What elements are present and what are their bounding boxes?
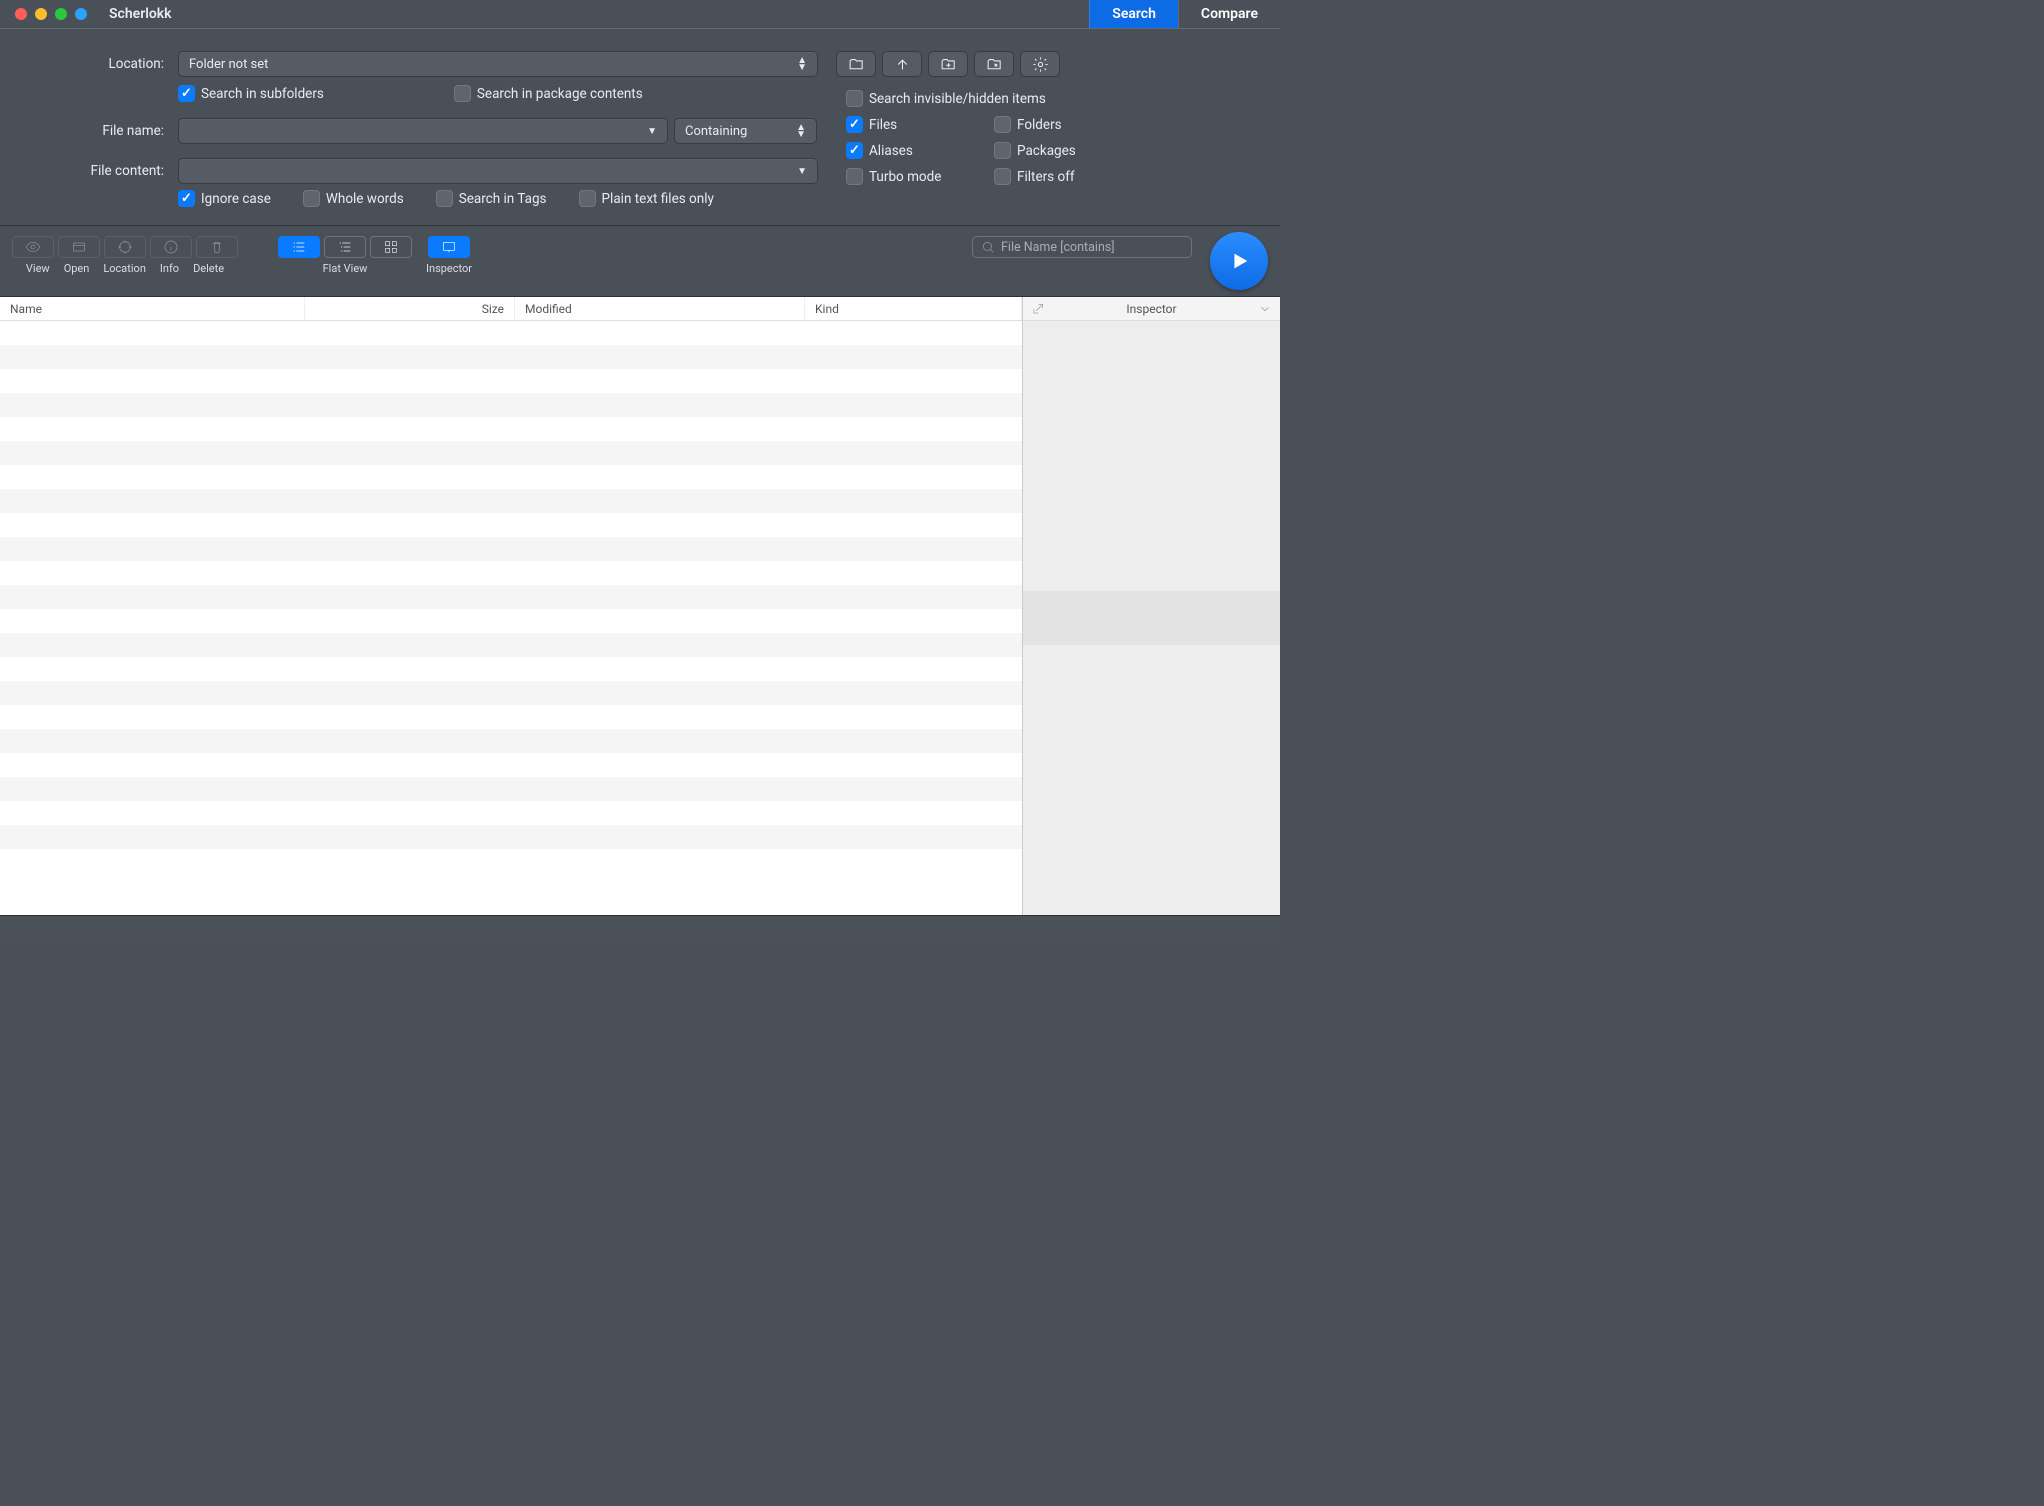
chevron-up-down-icon: ▲▼: [796, 124, 806, 138]
close-icon[interactable]: [15, 8, 27, 20]
file-content-label: File content:: [18, 163, 178, 179]
play-icon: [1228, 250, 1250, 272]
tab-icon[interactable]: [75, 8, 87, 20]
search-icon: [981, 240, 995, 254]
status-bar: [0, 915, 1280, 943]
column-modified[interactable]: Modified: [515, 297, 805, 320]
filter-field[interactable]: File Name [contains]: [972, 236, 1192, 258]
chevron-down-icon[interactable]: [1258, 302, 1272, 316]
file-name-label: File name:: [18, 123, 178, 139]
minimize-icon[interactable]: [35, 8, 47, 20]
ignore-case-checkbox[interactable]: Ignore case: [178, 190, 271, 207]
external-link-icon[interactable]: [1031, 302, 1045, 316]
inspector-label: Inspector: [426, 262, 472, 275]
tab-search[interactable]: Search: [1089, 0, 1178, 28]
results-area: Name Size Modified Kind Inspector: [0, 297, 1280, 915]
choose-folder-button[interactable]: [836, 51, 876, 77]
view-label: View: [26, 262, 50, 275]
plain-text-checkbox[interactable]: Plain text files only: [579, 190, 714, 207]
chevron-down-icon: ▼: [647, 126, 657, 137]
flat-view-button[interactable]: [278, 236, 320, 258]
aliases-checkbox[interactable]: Aliases: [846, 142, 944, 159]
location-label: Location:: [18, 56, 178, 72]
search-criteria-panel: Location: Folder not set ▲▼ Search in su…: [0, 29, 1280, 226]
grid-view-button[interactable]: [370, 236, 412, 258]
location-label: Location: [103, 262, 146, 275]
filters-off-checkbox[interactable]: Filters off: [994, 168, 1092, 185]
view-button[interactable]: [12, 236, 54, 258]
settings-button[interactable]: [1020, 51, 1060, 77]
location-popup[interactable]: Folder not set ▲▼: [178, 51, 818, 77]
toolbar: View Open Location Info Delete Flat View…: [0, 226, 1280, 297]
delete-label: Delete: [193, 262, 224, 275]
inspector-panel: Inspector: [1022, 297, 1280, 915]
whole-words-checkbox[interactable]: Whole words: [303, 190, 404, 207]
file-name-mode-popup[interactable]: Containing ▲▼: [674, 118, 817, 144]
location-button[interactable]: [104, 236, 146, 258]
title-bar: Scherlokk Search Compare: [0, 0, 1280, 29]
column-headers: Name Size Modified Kind: [0, 297, 1022, 321]
file-name-input[interactable]: ▼: [178, 118, 668, 144]
search-tags-checkbox[interactable]: Search in Tags: [436, 190, 547, 207]
turbo-checkbox[interactable]: Turbo mode: [846, 168, 944, 185]
column-kind[interactable]: Kind: [805, 297, 1022, 320]
packages-checkbox[interactable]: Packages: [994, 142, 1092, 159]
app-title: Scherlokk: [109, 6, 172, 22]
inspector-title: Inspector: [1045, 302, 1258, 316]
inspector-toggle-button[interactable]: [428, 236, 470, 258]
column-size[interactable]: Size: [305, 297, 515, 320]
files-checkbox[interactable]: Files: [846, 116, 944, 133]
info-button[interactable]: [150, 236, 192, 258]
start-search-button[interactable]: [1210, 232, 1268, 290]
open-label: Open: [64, 262, 90, 275]
parent-folder-button[interactable]: [882, 51, 922, 77]
chevron-up-down-icon: ▲▼: [797, 57, 807, 71]
folders-checkbox[interactable]: Folders: [994, 116, 1092, 133]
structured-view-button[interactable]: [324, 236, 366, 258]
remove-folder-button[interactable]: [974, 51, 1014, 77]
package-contents-checkbox[interactable]: Search in package contents: [454, 85, 643, 102]
file-content-input[interactable]: ▼: [178, 158, 818, 184]
chevron-down-icon: ▼: [797, 166, 807, 177]
column-name[interactable]: Name: [0, 297, 305, 320]
info-label: Info: [160, 262, 179, 275]
subfolders-checkbox[interactable]: Search in subfolders: [178, 85, 324, 102]
open-button[interactable]: [58, 236, 100, 258]
tab-compare[interactable]: Compare: [1178, 0, 1280, 28]
zoom-icon[interactable]: [55, 8, 67, 20]
invisible-checkbox[interactable]: Search invisible/hidden items: [846, 90, 1046, 107]
add-folder-button[interactable]: [928, 51, 968, 77]
delete-button[interactable]: [196, 236, 238, 258]
flat-view-label: Flat View: [323, 262, 368, 275]
result-rows: [0, 321, 1022, 915]
